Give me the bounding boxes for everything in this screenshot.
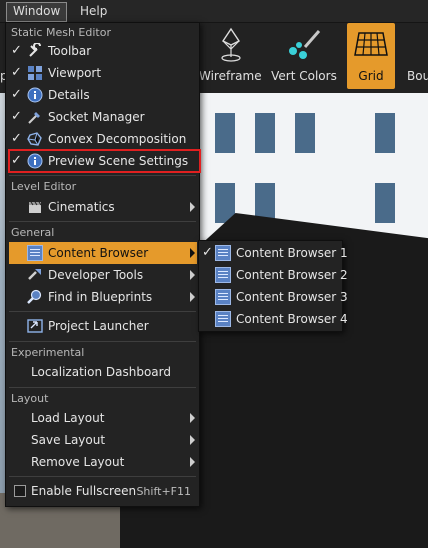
building-window (375, 183, 395, 223)
building-window (375, 113, 395, 153)
menu-separator (9, 221, 196, 222)
submenu-arrow-icon (190, 292, 195, 302)
menu-item-remove-layout[interactable]: Remove Layout (9, 451, 197, 473)
menu-item-developer-tools[interactable]: Developer Tools (9, 264, 197, 286)
check-icon: ✓ (11, 109, 22, 124)
content-browser-icon (215, 245, 231, 261)
menu-item-cinematics[interactable]: Cinematics (9, 196, 197, 218)
menu-item-project-launcher[interactable]: Project Launcher (9, 315, 197, 337)
section-experimental: Experimental (11, 346, 85, 359)
fullscreen-shortcut: Shift+F11 (136, 485, 191, 498)
developer-tools-icon (28, 269, 41, 280)
menu-item-load-layout[interactable]: Load Layout (9, 407, 197, 429)
submenu-arrow-icon (190, 457, 195, 467)
submenu-item-content-browser-2[interactable]: Content Browser 2 (199, 264, 348, 286)
menu-separator (9, 387, 196, 388)
building-window (215, 113, 235, 153)
submenu-item-content-browser-1[interactable]: ✓ Content Browser 1 (199, 242, 348, 264)
menu-item-save-layout[interactable]: Save Layout (9, 429, 197, 451)
cinematics-clapper-icon (29, 201, 42, 213)
help-menu[interactable]: Help (74, 2, 113, 20)
menu-item-enable-fullscreen[interactable]: Enable Fullscreen Shift+F11 (9, 480, 197, 502)
check-icon: ✓ (11, 65, 22, 80)
details-info-icon (27, 87, 43, 103)
section-level-editor: Level Editor (11, 180, 77, 193)
grid-icon (354, 32, 388, 56)
check-icon: ✓ (11, 87, 22, 102)
bounds-button[interactable]: Bou (399, 23, 428, 89)
section-layout: Layout (11, 392, 49, 405)
convex-decomposition-icon (27, 132, 42, 146)
menu-separator (9, 341, 196, 342)
submenu-arrow-icon (190, 202, 195, 212)
check-icon: ✓ (11, 131, 22, 146)
submenu-arrow-icon (190, 248, 195, 258)
menu-item-content-browser[interactable]: Content Browser (9, 242, 197, 264)
fullscreen-checkbox[interactable] (14, 485, 26, 497)
menu-item-convex-decomposition[interactable]: ✓ Convex Decomposition (9, 128, 197, 150)
submenu-arrow-icon (190, 413, 195, 423)
project-launcher-icon (27, 319, 43, 333)
content-browser-icon (215, 311, 231, 327)
wrench-icon (29, 43, 41, 57)
window-dropdown-menu: Static Mesh Editor ✓ Toolbar ✓ Viewport … (5, 22, 201, 507)
menu-separator (9, 311, 196, 312)
menu-item-find-in-blueprints[interactable]: Find in Blueprints (9, 286, 197, 308)
building-window (295, 113, 315, 153)
content-browser-icon (27, 245, 43, 261)
grid-button[interactable]: Grid (347, 23, 395, 89)
wireframe-button[interactable]: Wireframe (199, 23, 262, 89)
annotation-highlight-box (8, 149, 201, 173)
submenu-arrow-icon (190, 435, 195, 445)
menu-separator (9, 175, 196, 176)
section-general: General (11, 226, 55, 239)
socket-icon (28, 112, 40, 124)
menu-separator (9, 476, 196, 477)
submenu-arrow-icon (190, 270, 195, 280)
magnifier-icon (27, 289, 42, 304)
wireframe-icon (221, 27, 241, 62)
building-window (255, 113, 275, 153)
menu-item-viewport[interactable]: ✓ Viewport (9, 62, 197, 84)
content-browser-submenu: ✓ Content Browser 1 Content Browser 2 Co… (198, 240, 348, 332)
vert-colors-icon (289, 30, 321, 59)
menu-bar: Window Help (0, 0, 428, 23)
submenu-item-content-browser-4[interactable]: Content Browser 4 (199, 308, 348, 330)
menu-item-localization-dashboard[interactable]: Localization Dashboard (9, 361, 197, 383)
window-menu[interactable]: Window (6, 2, 68, 22)
menu-item-toolbar[interactable]: ✓ Toolbar (9, 40, 197, 62)
submenu-item-content-browser-3[interactable]: Content Browser 3 (199, 286, 348, 308)
check-icon: ✓ (11, 43, 22, 58)
check-icon: ✓ (202, 245, 213, 260)
content-browser-icon (215, 289, 231, 305)
section-static-mesh-editor: Static Mesh Editor (11, 26, 111, 39)
content-browser-icon (215, 267, 231, 283)
viewport-icon (28, 66, 42, 80)
menu-item-socket-manager[interactable]: ✓ Socket Manager (9, 106, 197, 128)
vert-colors-button[interactable]: Vert Colors (267, 23, 341, 89)
menu-item-details[interactable]: ✓ Details (9, 84, 197, 106)
